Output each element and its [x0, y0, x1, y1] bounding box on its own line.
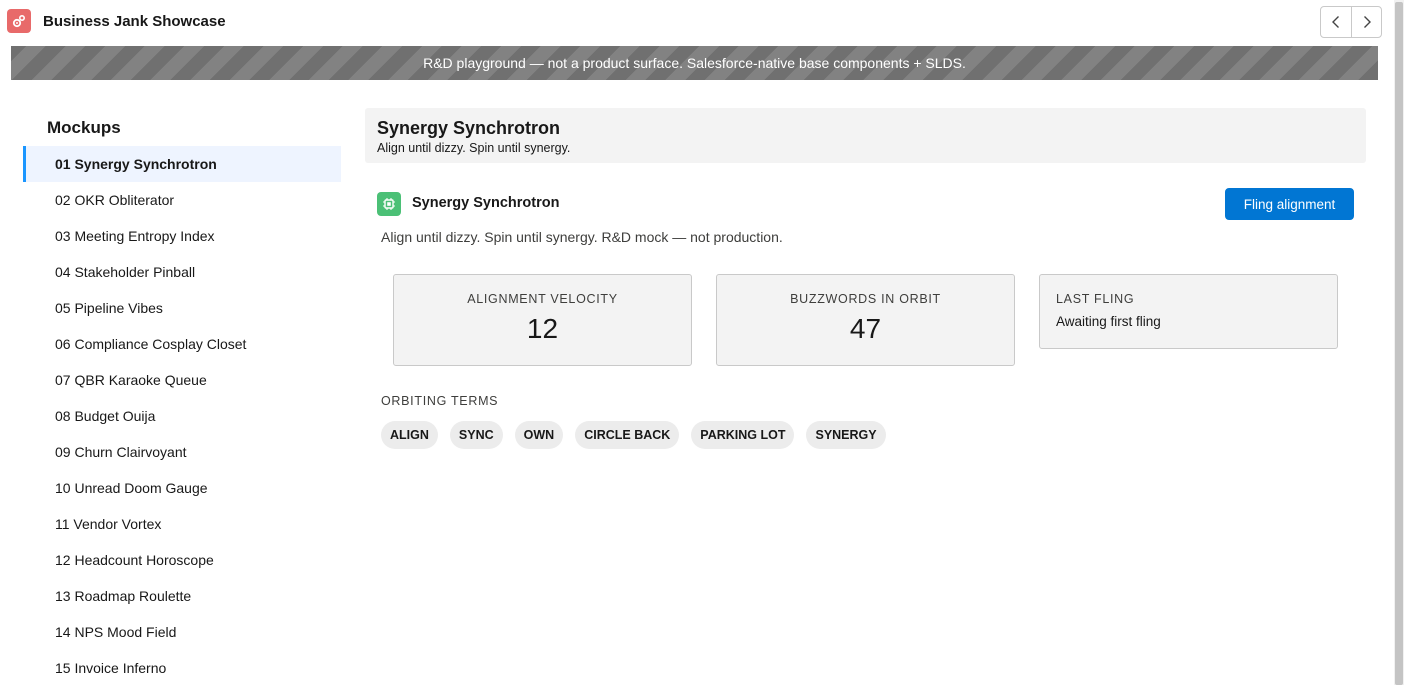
metric-label: LAST FLING: [1056, 292, 1135, 306]
metric-buzzwords-in-orbit: BUZZWORDS IN ORBIT 47: [716, 274, 1015, 366]
term-pill: CIRCLE BACK: [575, 421, 680, 449]
term-pill: SYNC: [449, 421, 503, 449]
card-title: Synergy Synchrotron: [412, 195, 560, 211]
orbiting-terms-heading: ORBITING TERMS: [381, 394, 499, 408]
orbiting-terms-list: ALIGN SYNC OWN CIRCLE BACK PARKING LOT SYNERG…: [381, 421, 886, 449]
page-title: Synergy Synchrotron: [377, 118, 561, 138]
previous-button[interactable]: [1321, 7, 1351, 37]
term-pill: PARKING LOT: [691, 421, 795, 449]
metric-alignment-velocity: ALIGNMENT VELOCITY 12: [393, 274, 692, 366]
term-pill: OWN: [514, 421, 564, 449]
pager-buttons: [1320, 6, 1382, 38]
metric-value: Awaiting first fling: [1056, 314, 1161, 329]
fling-alignment-button[interactable]: Fling alignment: [1225, 188, 1354, 220]
sidebar-item[interactable]: 10 Unread Doom Gauge: [23, 470, 341, 506]
sidebar-item[interactable]: 13 Roadmap Roulette: [23, 578, 341, 614]
sidebar-item[interactable]: 03 Meeting Entropy Index: [23, 218, 341, 254]
chevron-right-icon: [1363, 16, 1371, 28]
next-button[interactable]: [1351, 7, 1381, 37]
metric-value: 12: [526, 313, 559, 344]
card-description: Align until dizzy. Spin until synergy. R…: [381, 229, 783, 245]
chip-icon: [377, 192, 401, 216]
sidebar-item[interactable]: 07 QBR Karaoke Queue: [23, 362, 341, 398]
metric-value: 47: [849, 313, 882, 344]
disclaimer-banner: R&D playground — not a product surface. …: [11, 46, 1378, 80]
page-subtitle: Align until dizzy. Spin until synergy.: [377, 141, 571, 155]
page-scrollbar[interactable]: [1394, 0, 1404, 685]
sidebar-item[interactable]: 08 Budget Ouija: [23, 398, 341, 434]
sidebar-heading: Mockups: [47, 118, 121, 137]
sidebar-item[interactable]: 12 Headcount Horoscope: [23, 542, 341, 578]
banner-text: R&D playground — not a product surface. …: [423, 55, 966, 71]
sidebar-item[interactable]: 15 Invoice Inferno: [23, 650, 341, 686]
sidebar-item[interactable]: 01 Synergy Synchrotron: [23, 146, 341, 182]
metric-last-fling: LAST FLING Awaiting first fling: [1039, 274, 1338, 349]
sidebar-item[interactable]: 06 Compliance Cosplay Closet: [23, 326, 341, 362]
sidebar-item[interactable]: 02 OKR Obliterator: [23, 182, 341, 218]
sidebar-item[interactable]: 09 Churn Clairvoyant: [23, 434, 341, 470]
page-header: Synergy Synchrotron Align until dizzy. S…: [365, 108, 1366, 163]
sidebar-item[interactable]: 05 Pipeline Vibes: [23, 290, 341, 326]
metric-label: BUZZWORDS IN ORBIT: [790, 292, 941, 306]
term-pill: SYNERGY: [806, 421, 886, 449]
sidebar-list: 01 Synergy Synchrotron 02 OKR Obliterator…: [23, 146, 341, 686]
app-header: Business Jank Showcase: [0, 0, 1394, 44]
term-pill: ALIGN: [381, 421, 438, 449]
scroll-thumb[interactable]: [1395, 2, 1403, 685]
chevron-left-icon: [1332, 16, 1339, 28]
metric-label: ALIGNMENT VELOCITY: [467, 292, 618, 306]
sidebar-item[interactable]: 14 NPS Mood Field: [23, 614, 341, 650]
gears-icon: [7, 9, 31, 33]
sidebar-item[interactable]: 11 Vendor Vortex: [23, 506, 341, 542]
app-title: Business Jank Showcase: [43, 13, 226, 30]
sidebar-item[interactable]: 04 Stakeholder Pinball: [23, 254, 341, 290]
